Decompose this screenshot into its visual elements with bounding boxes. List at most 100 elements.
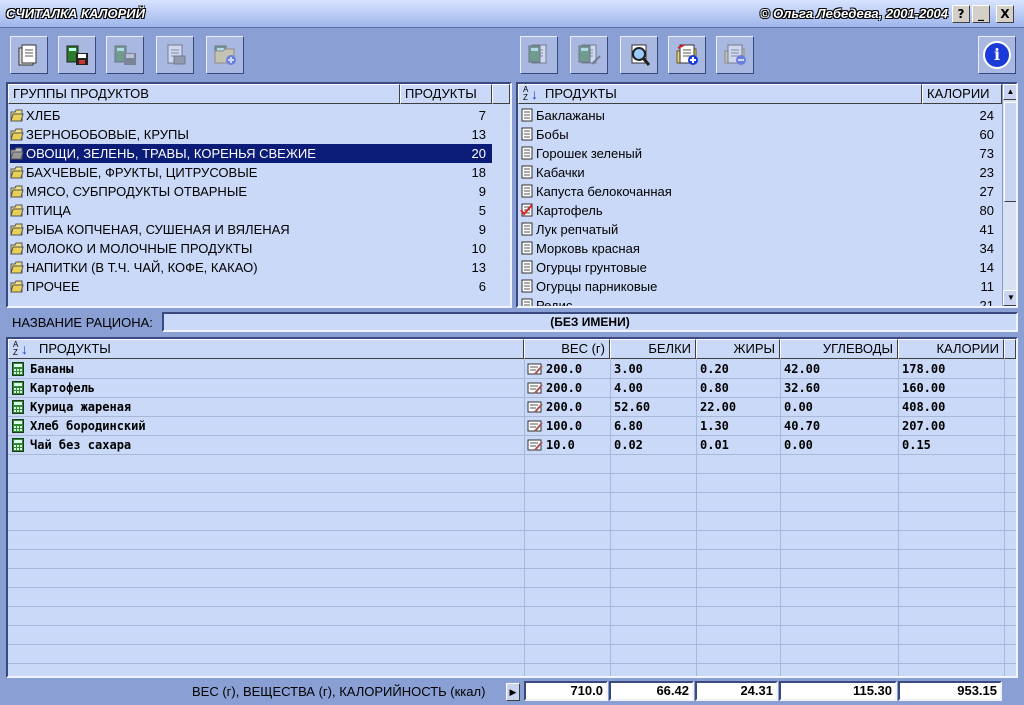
add-product-button[interactable] — [520, 36, 558, 74]
product-item[interactable]: Горошек зеленый 73 — [520, 144, 1000, 163]
calculator-remove-icon — [576, 42, 602, 68]
cell-carbs: 40.70 — [784, 419, 821, 433]
sort-az-icon: AZ — [523, 85, 529, 102]
add-folder-icon — [212, 42, 238, 68]
document-icon — [520, 260, 534, 274]
cell-cal: 178.00 — [902, 362, 946, 376]
totals-arrow-icon: ▶ — [506, 683, 520, 701]
group-label: НАПИТКИ (В Т.Ч. ЧАЙ, КОФЕ, КАКАО) — [26, 260, 258, 275]
group-item[interactable]: ПТИЦА 5 — [10, 201, 492, 220]
cell-carbs: 32.60 — [784, 381, 821, 395]
folder-icon — [10, 241, 24, 255]
product-item[interactable]: Редис 21 — [520, 296, 1000, 306]
product-label: Огурцы парниковые — [536, 279, 658, 294]
document-icon — [520, 184, 534, 198]
col-header-protein[interactable]: БЕЛКИ — [610, 339, 696, 359]
cell-cal: 160.00 — [902, 381, 946, 395]
ration-name-bar: НАЗВАНИЕ РАЦИОНА: (БЕЗ ИМЕНИ) — [0, 311, 1024, 335]
scroll-thumb[interactable] — [1004, 102, 1016, 202]
col-header-fat[interactable]: ЖИРЫ — [696, 339, 780, 359]
product-item[interactable]: Морковь красная 34 — [520, 239, 1000, 258]
calculator-add-icon — [526, 42, 552, 68]
grid-row-line — [8, 568, 1016, 569]
ration-name-field[interactable]: (БЕЗ ИМЕНИ) — [162, 312, 1018, 332]
remove-product-button[interactable] — [570, 36, 608, 74]
col-header-products[interactable]: AZ ↓ ПРОДУКТЫ — [8, 339, 524, 359]
document-icon — [520, 165, 534, 179]
groups-header-name[interactable]: ГРУППЫ ПРОДУКТОВ — [8, 84, 400, 104]
document-icon — [520, 222, 534, 236]
scroll-down-arrow-icon[interactable]: ▼ — [1003, 290, 1016, 306]
product-item[interactable]: Баклажаны 24 — [520, 106, 1000, 125]
document-icon — [520, 127, 534, 141]
groups-header-count[interactable]: ПРОДУКТЫ — [400, 84, 492, 104]
save-as-button[interactable] — [106, 36, 144, 74]
group-item[interactable]: НАПИТКИ (В Т.Ч. ЧАЙ, КОФЕ, КАКАО) 13 — [10, 258, 492, 277]
grid-row-line — [8, 587, 1016, 588]
product-item[interactable]: Картофель 80 — [520, 201, 1000, 220]
col-header-weight[interactable]: ВЕС (г) — [524, 339, 610, 359]
total-weight: 710.0 — [524, 681, 608, 701]
grid-row-line — [8, 492, 1016, 493]
edit-weight-icon[interactable] — [527, 438, 543, 457]
product-item[interactable]: Лук репчатый 41 — [520, 220, 1000, 239]
save-ration-button[interactable] — [58, 36, 96, 74]
window-title: СЧИТАЛКА КАЛОРИЙ — [6, 6, 145, 21]
table-row[interactable]: Чай без сахара 10.0 0.02 0.01 0.00 0.15 — [8, 436, 1016, 454]
cell-weight: 10.0 — [546, 438, 575, 452]
document-icon — [520, 146, 534, 160]
minimize-button[interactable]: _ — [972, 5, 990, 23]
product-item[interactable]: Кабачки 23 — [520, 163, 1000, 182]
cell-protein: 0.02 — [614, 438, 643, 452]
help-button[interactable]: ? — [952, 5, 970, 23]
table-row[interactable]: Хлеб бородинский 100.0 6.80 1.30 40.70 207.00 — [8, 417, 1016, 435]
row-product-name: Бананы — [30, 362, 74, 376]
product-label: Кабачки — [536, 165, 585, 180]
table-row[interactable]: Бананы 200.0 3.00 0.20 42.00 178.00 — [8, 360, 1016, 378]
group-item[interactable]: ОВОЩИ, ЗЕЛЕНЬ, ТРАВЫ, КОРЕНЬЯ СВЕЖИЕ 20 — [10, 144, 492, 163]
col-header-calories[interactable]: КАЛОРИИ — [898, 339, 1004, 359]
products-scrollbar[interactable]: ▲ ▼ — [1002, 84, 1016, 306]
product-item[interactable]: Бобы 60 — [520, 125, 1000, 144]
search-button[interactable] — [620, 36, 658, 74]
product-item[interactable]: Огурцы грунтовые 14 — [520, 258, 1000, 277]
product-item[interactable]: Капуста белокочанная 27 — [520, 182, 1000, 201]
new-product-button[interactable] — [668, 36, 706, 74]
grid-row-line — [8, 473, 1016, 474]
row-product-name: Картофель — [30, 381, 96, 395]
grid-row-line — [8, 625, 1016, 626]
add-group-button[interactable] — [206, 36, 244, 74]
print-button[interactable] — [156, 36, 194, 74]
col-header-carbs[interactable]: УГЛЕВОДЫ — [780, 339, 898, 359]
grid-row-line — [8, 530, 1016, 531]
group-item[interactable]: БАХЧЕВЫЕ, ФРУКТЫ, ЦИТРУСОВЫЕ 18 — [10, 163, 492, 182]
product-item[interactable]: Огурцы парниковые 11 — [520, 277, 1000, 296]
products-header-cal[interactable]: КАЛОРИИ — [922, 84, 1002, 104]
group-item[interactable]: ЗЕРНОБОБОВЫЕ, КРУПЫ 13 — [10, 125, 492, 144]
cell-cal: 207.00 — [902, 419, 946, 433]
group-label: ОВОЩИ, ЗЕЛЕНЬ, ТРАВЫ, КОРЕНЬЯ СВЕЖИЕ — [26, 146, 316, 161]
group-item[interactable]: ХЛЕБ 7 — [10, 106, 492, 125]
row-product-name: Курица жареная — [30, 400, 132, 414]
scroll-up-arrow-icon[interactable]: ▲ — [1003, 84, 1016, 100]
document-icon — [520, 241, 534, 255]
cell-protein: 4.00 — [614, 381, 643, 395]
group-item[interactable]: МОЛОКО И МОЛОЧНЫЕ ПРОДУКТЫ 10 — [10, 239, 492, 258]
info-button[interactable]: i — [978, 36, 1016, 74]
products-header-name[interactable]: AZ ↓ ПРОДУКТЫ — [518, 84, 922, 104]
group-item[interactable]: ПРОЧЕЕ 6 — [10, 277, 492, 296]
group-count: 18 — [471, 165, 486, 180]
group-item[interactable]: РЫБА КОПЧЕНАЯ, СУШЕНАЯ И ВЯЛЕНАЯ 9 — [10, 220, 492, 239]
table-row[interactable]: Курица жареная 200.0 52.60 22.00 0.00 408.00 — [8, 398, 1016, 416]
group-item[interactable]: МЯСО, СУБПРОДУКТЫ ОТВАРНЫЕ 9 — [10, 182, 492, 201]
folder-icon — [10, 127, 24, 141]
close-button[interactable]: X — [996, 5, 1014, 23]
magnifier-icon — [626, 42, 652, 68]
new-ration-button[interactable] — [10, 36, 48, 74]
cell-protein: 3.00 — [614, 362, 643, 376]
delete-file-button[interactable] — [716, 36, 754, 74]
table-row[interactable]: Картофель 200.0 4.00 0.80 32.60 160.00 — [8, 379, 1016, 397]
cell-carbs: 0.00 — [784, 438, 813, 452]
cell-weight: 200.0 — [546, 362, 583, 376]
calculator-icon — [12, 438, 24, 457]
